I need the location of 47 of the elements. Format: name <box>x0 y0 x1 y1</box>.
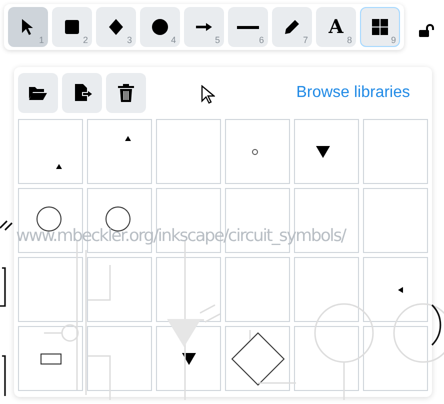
small-circle-icon <box>252 149 258 155</box>
shortcut-number: 9 <box>390 34 396 46</box>
triangle-icon <box>316 146 330 158</box>
triangle-icon <box>182 353 196 365</box>
tool-button[interactable]: 5 <box>184 7 224 47</box>
tool-button[interactable]: A 8 <box>316 7 356 47</box>
diamond-icon <box>231 332 285 386</box>
shortcut-number: 8 <box>346 34 352 46</box>
triangle-icon <box>125 136 131 141</box>
tool-button[interactable]: 4 <box>140 7 180 47</box>
diode-drawing <box>167 319 201 347</box>
library-item[interactable] <box>294 119 359 184</box>
shortcut-number: 1 <box>38 34 44 46</box>
canvas-stroke-drawing <box>0 220 13 231</box>
faint-circle <box>314 303 374 363</box>
delete-button[interactable] <box>106 73 146 113</box>
shortcut-number: 2 <box>82 34 88 46</box>
triangle-icon <box>56 164 62 169</box>
export-button[interactable] <box>62 73 102 113</box>
text-tool-icon: A <box>328 18 344 36</box>
browse-libraries-link[interactable]: Browse libraries <box>296 81 410 105</box>
shortcut-number: 5 <box>214 34 220 46</box>
shortcut-number: 4 <box>170 34 176 46</box>
canvas-text: www.mbeckler.org/inkscape/circuit_symbols/ <box>16 226 346 246</box>
open-button[interactable] <box>18 73 58 113</box>
line-icon <box>237 26 259 28</box>
tool-button[interactable]: 9 <box>360 7 400 47</box>
shortcut-number: 7 <box>302 34 308 46</box>
mouse-pointer-icon <box>201 85 215 105</box>
tool-button[interactable]: 2 <box>52 7 92 47</box>
shortcut-number: 6 <box>258 34 264 46</box>
faint-circle <box>61 324 79 342</box>
bracket-drawing <box>0 267 6 307</box>
trash-icon <box>115 82 137 104</box>
grid-icon <box>369 16 391 38</box>
shortcut-number: 3 <box>126 34 132 46</box>
rectangle-icon <box>40 354 62 364</box>
arc-drawing <box>431 304 442 346</box>
tool-button[interactable]: 7 <box>272 7 312 47</box>
circle-icon <box>149 16 171 38</box>
triangle-icon <box>398 287 403 293</box>
tool-button[interactable]: 1 <box>8 7 48 47</box>
unlocked-icon[interactable] <box>418 24 434 38</box>
bracket-drawing <box>2 355 6 396</box>
tool-button[interactable]: 6 <box>228 7 268 47</box>
library-item[interactable] <box>225 326 290 391</box>
tool-button[interactable]: 3 <box>96 7 136 47</box>
